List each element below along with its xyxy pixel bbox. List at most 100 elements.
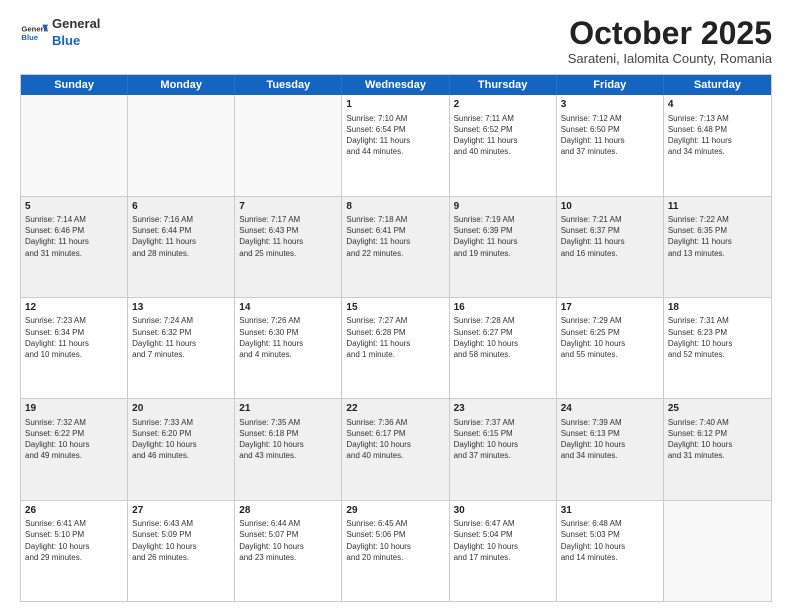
cell-info: Sunrise: 7:14 AM Sunset: 6:46 PM Dayligh…	[25, 214, 123, 259]
day-number: 22	[346, 402, 444, 416]
page: General Blue General Blue October 2025 S…	[0, 0, 792, 612]
calendar-cell: 29Sunrise: 6:45 AM Sunset: 5:06 PM Dayli…	[342, 501, 449, 601]
calendar-cell: 31Sunrise: 6:48 AM Sunset: 5:03 PM Dayli…	[557, 501, 664, 601]
logo: General Blue General Blue	[20, 16, 100, 50]
calendar-cell: 10Sunrise: 7:21 AM Sunset: 6:37 PM Dayli…	[557, 197, 664, 297]
logo-blue: Blue	[52, 33, 100, 50]
calendar-body: 1Sunrise: 7:10 AM Sunset: 6:54 PM Daylig…	[21, 95, 771, 601]
calendar-cell: 22Sunrise: 7:36 AM Sunset: 6:17 PM Dayli…	[342, 399, 449, 499]
calendar-header: Sunday Monday Tuesday Wednesday Thursday…	[21, 75, 771, 95]
cell-info: Sunrise: 7:35 AM Sunset: 6:18 PM Dayligh…	[239, 417, 337, 462]
calendar-cell: 5Sunrise: 7:14 AM Sunset: 6:46 PM Daylig…	[21, 197, 128, 297]
day-number: 18	[668, 301, 767, 315]
cell-info: Sunrise: 6:47 AM Sunset: 5:04 PM Dayligh…	[454, 518, 552, 563]
day-number: 12	[25, 301, 123, 315]
day-number: 9	[454, 200, 552, 214]
day-number: 6	[132, 200, 230, 214]
calendar-cell	[128, 95, 235, 195]
day-number: 5	[25, 200, 123, 214]
cell-info: Sunrise: 7:36 AM Sunset: 6:17 PM Dayligh…	[346, 417, 444, 462]
day-number: 2	[454, 98, 552, 112]
header-friday: Friday	[557, 75, 664, 95]
day-number: 13	[132, 301, 230, 315]
day-number: 4	[668, 98, 767, 112]
cell-info: Sunrise: 7:39 AM Sunset: 6:13 PM Dayligh…	[561, 417, 659, 462]
svg-text:Blue: Blue	[21, 33, 38, 42]
day-number: 20	[132, 402, 230, 416]
calendar-row: 19Sunrise: 7:32 AM Sunset: 6:22 PM Dayli…	[21, 399, 771, 500]
calendar-cell: 20Sunrise: 7:33 AM Sunset: 6:20 PM Dayli…	[128, 399, 235, 499]
day-number: 3	[561, 98, 659, 112]
header: General Blue General Blue October 2025 S…	[20, 16, 772, 66]
calendar-cell: 9Sunrise: 7:19 AM Sunset: 6:39 PM Daylig…	[450, 197, 557, 297]
day-number: 17	[561, 301, 659, 315]
header-thursday: Thursday	[450, 75, 557, 95]
calendar-cell: 30Sunrise: 6:47 AM Sunset: 5:04 PM Dayli…	[450, 501, 557, 601]
calendar-cell: 23Sunrise: 7:37 AM Sunset: 6:15 PM Dayli…	[450, 399, 557, 499]
calendar-cell: 3Sunrise: 7:12 AM Sunset: 6:50 PM Daylig…	[557, 95, 664, 195]
cell-info: Sunrise: 7:10 AM Sunset: 6:54 PM Dayligh…	[346, 113, 444, 158]
calendar-cell: 21Sunrise: 7:35 AM Sunset: 6:18 PM Dayli…	[235, 399, 342, 499]
cell-info: Sunrise: 7:26 AM Sunset: 6:30 PM Dayligh…	[239, 315, 337, 360]
calendar-cell: 19Sunrise: 7:32 AM Sunset: 6:22 PM Dayli…	[21, 399, 128, 499]
cell-info: Sunrise: 7:32 AM Sunset: 6:22 PM Dayligh…	[25, 417, 123, 462]
cell-info: Sunrise: 7:17 AM Sunset: 6:43 PM Dayligh…	[239, 214, 337, 259]
logo-general: General	[52, 16, 100, 33]
day-number: 28	[239, 504, 337, 518]
cell-info: Sunrise: 7:18 AM Sunset: 6:41 PM Dayligh…	[346, 214, 444, 259]
cell-info: Sunrise: 6:41 AM Sunset: 5:10 PM Dayligh…	[25, 518, 123, 563]
calendar-cell: 14Sunrise: 7:26 AM Sunset: 6:30 PM Dayli…	[235, 298, 342, 398]
header-tuesday: Tuesday	[235, 75, 342, 95]
calendar-cell: 17Sunrise: 7:29 AM Sunset: 6:25 PM Dayli…	[557, 298, 664, 398]
cell-info: Sunrise: 7:22 AM Sunset: 6:35 PM Dayligh…	[668, 214, 767, 259]
calendar-cell	[21, 95, 128, 195]
cell-info: Sunrise: 6:44 AM Sunset: 5:07 PM Dayligh…	[239, 518, 337, 563]
cell-info: Sunrise: 7:28 AM Sunset: 6:27 PM Dayligh…	[454, 315, 552, 360]
cell-info: Sunrise: 7:37 AM Sunset: 6:15 PM Dayligh…	[454, 417, 552, 462]
header-wednesday: Wednesday	[342, 75, 449, 95]
cell-info: Sunrise: 7:33 AM Sunset: 6:20 PM Dayligh…	[132, 417, 230, 462]
cell-info: Sunrise: 7:31 AM Sunset: 6:23 PM Dayligh…	[668, 315, 767, 360]
cell-info: Sunrise: 7:29 AM Sunset: 6:25 PM Dayligh…	[561, 315, 659, 360]
calendar-cell: 12Sunrise: 7:23 AM Sunset: 6:34 PM Dayli…	[21, 298, 128, 398]
header-monday: Monday	[128, 75, 235, 95]
cell-info: Sunrise: 7:40 AM Sunset: 6:12 PM Dayligh…	[668, 417, 767, 462]
cell-info: Sunrise: 7:27 AM Sunset: 6:28 PM Dayligh…	[346, 315, 444, 360]
cell-info: Sunrise: 6:45 AM Sunset: 5:06 PM Dayligh…	[346, 518, 444, 563]
day-number: 24	[561, 402, 659, 416]
cell-info: Sunrise: 6:43 AM Sunset: 5:09 PM Dayligh…	[132, 518, 230, 563]
cell-info: Sunrise: 7:12 AM Sunset: 6:50 PM Dayligh…	[561, 113, 659, 158]
calendar-row: 1Sunrise: 7:10 AM Sunset: 6:54 PM Daylig…	[21, 95, 771, 196]
subtitle: Sarateni, Ialomita County, Romania	[568, 51, 772, 66]
day-number: 27	[132, 504, 230, 518]
day-number: 25	[668, 402, 767, 416]
calendar-cell: 8Sunrise: 7:18 AM Sunset: 6:41 PM Daylig…	[342, 197, 449, 297]
day-number: 19	[25, 402, 123, 416]
cell-info: Sunrise: 7:16 AM Sunset: 6:44 PM Dayligh…	[132, 214, 230, 259]
calendar-cell: 16Sunrise: 7:28 AM Sunset: 6:27 PM Dayli…	[450, 298, 557, 398]
day-number: 16	[454, 301, 552, 315]
calendar-cell: 11Sunrise: 7:22 AM Sunset: 6:35 PM Dayli…	[664, 197, 771, 297]
day-number: 31	[561, 504, 659, 518]
calendar-cell: 26Sunrise: 6:41 AM Sunset: 5:10 PM Dayli…	[21, 501, 128, 601]
cell-info: Sunrise: 7:11 AM Sunset: 6:52 PM Dayligh…	[454, 113, 552, 158]
calendar-cell: 28Sunrise: 6:44 AM Sunset: 5:07 PM Dayli…	[235, 501, 342, 601]
calendar-cell: 2Sunrise: 7:11 AM Sunset: 6:52 PM Daylig…	[450, 95, 557, 195]
calendar-cell: 6Sunrise: 7:16 AM Sunset: 6:44 PM Daylig…	[128, 197, 235, 297]
calendar-row: 12Sunrise: 7:23 AM Sunset: 6:34 PM Dayli…	[21, 298, 771, 399]
day-number: 29	[346, 504, 444, 518]
calendar-cell: 1Sunrise: 7:10 AM Sunset: 6:54 PM Daylig…	[342, 95, 449, 195]
cell-info: Sunrise: 7:21 AM Sunset: 6:37 PM Dayligh…	[561, 214, 659, 259]
day-number: 8	[346, 200, 444, 214]
calendar-cell: 24Sunrise: 7:39 AM Sunset: 6:13 PM Dayli…	[557, 399, 664, 499]
calendar-row: 26Sunrise: 6:41 AM Sunset: 5:10 PM Dayli…	[21, 501, 771, 601]
calendar-cell: 18Sunrise: 7:31 AM Sunset: 6:23 PM Dayli…	[664, 298, 771, 398]
calendar-cell: 25Sunrise: 7:40 AM Sunset: 6:12 PM Dayli…	[664, 399, 771, 499]
day-number: 10	[561, 200, 659, 214]
month-title: October 2025	[568, 16, 772, 51]
calendar-cell: 4Sunrise: 7:13 AM Sunset: 6:48 PM Daylig…	[664, 95, 771, 195]
cell-info: Sunrise: 7:24 AM Sunset: 6:32 PM Dayligh…	[132, 315, 230, 360]
logo-icon: General Blue	[20, 19, 48, 47]
cell-info: Sunrise: 7:23 AM Sunset: 6:34 PM Dayligh…	[25, 315, 123, 360]
day-number: 1	[346, 98, 444, 112]
